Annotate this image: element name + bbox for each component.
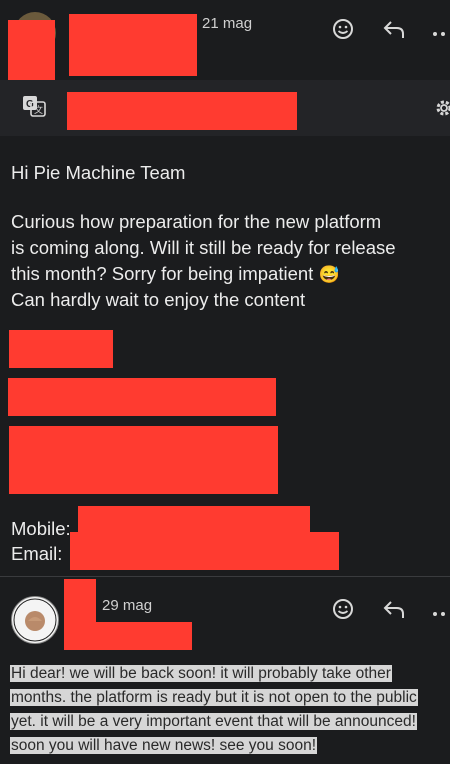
reply-line-1: Hi dear! we will be back soon! it will p…	[10, 665, 392, 682]
more-icon[interactable]	[432, 605, 450, 623]
message-date-2: 29 mag	[102, 597, 153, 614]
message-date: 21 mag	[202, 15, 253, 32]
pie-machine-avatar[interactable]	[11, 596, 59, 644]
reply-line-4: soon you will have new news! see you soo…	[10, 737, 318, 754]
redacted-avatar	[8, 20, 55, 86]
svg-text:文: 文	[34, 104, 43, 115]
message-header-1: 21 mag	[0, 0, 450, 86]
emoji-icon[interactable]	[332, 598, 354, 625]
svg-text:G: G	[26, 99, 34, 110]
reply-line-3: yet. it will be a very important event t…	[10, 713, 417, 730]
more-icon[interactable]	[432, 25, 450, 43]
body-line-2: is coming along. Will it still be ready …	[11, 237, 396, 258]
redacted-sender-name-3	[64, 622, 192, 650]
redacted-sender-name	[69, 14, 197, 76]
redacted-translation-text	[67, 92, 297, 130]
body-line-3: this month? Sorry for being impatient	[11, 263, 314, 284]
reply-icon[interactable]	[382, 598, 406, 625]
body-line-1: Curious how preparation for the new plat…	[11, 211, 382, 232]
redacted-signature-2	[8, 378, 276, 416]
mobile-label: Mobile:	[11, 518, 71, 539]
redacted-email	[70, 532, 339, 570]
reply-icon[interactable]	[382, 18, 406, 45]
translation-bar: G文	[0, 80, 450, 136]
translate-icon[interactable]: G文	[22, 95, 46, 122]
redacted-signature-1	[9, 330, 113, 368]
reply-line-2: months. the platform is ready but it is …	[10, 689, 418, 706]
redacted-signature-3	[9, 426, 278, 494]
settings-icon[interactable]	[433, 97, 450, 124]
body-line-4: Can hardly wait to enjoy the content	[11, 289, 306, 310]
emoji-icon[interactable]	[332, 18, 354, 45]
sweat-smile-emoji: 😅	[318, 265, 340, 284]
message-divider	[0, 576, 450, 577]
email-label: Email:	[11, 543, 63, 564]
greeting: Hi Pie Machine Team	[11, 162, 186, 183]
body-line-3-wrap: this month? Sorry for being impatient 😅	[11, 262, 340, 287]
